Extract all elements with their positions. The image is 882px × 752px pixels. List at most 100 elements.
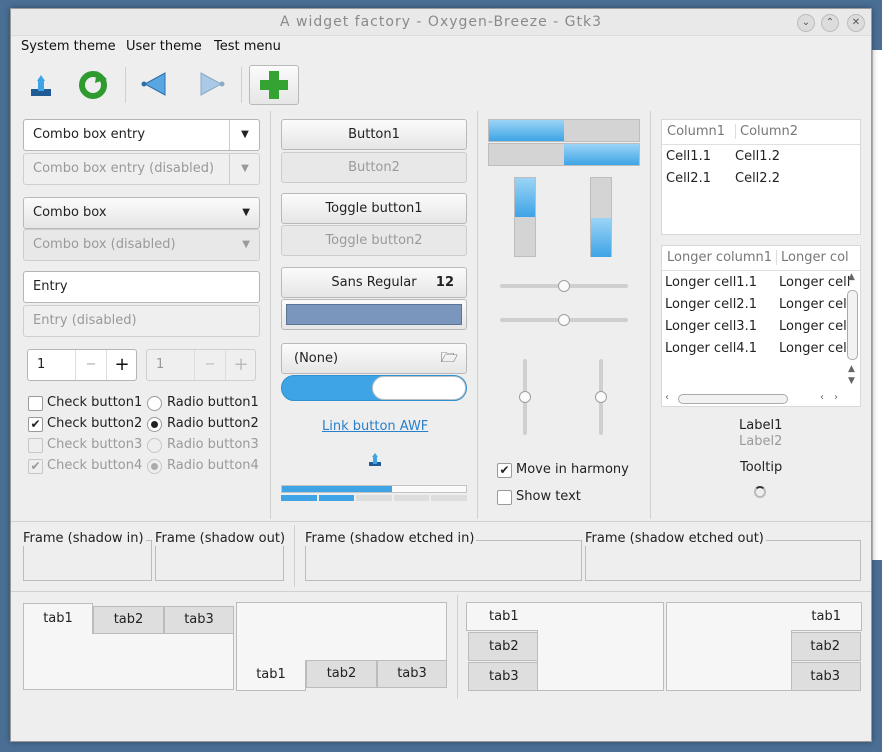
table-row[interactable]: Cell1.2 bbox=[735, 149, 780, 164]
radio-button4 bbox=[147, 459, 162, 474]
combo-box-entry[interactable]: Combo box entry bbox=[23, 119, 260, 151]
close-button[interactable]: ✕ bbox=[847, 14, 865, 32]
table-row[interactable]: Longer cell bbox=[779, 275, 850, 290]
progress-bar bbox=[281, 485, 467, 493]
chevron-down-icon: ▼ bbox=[242, 239, 250, 250]
table-row[interactable]: Cell2.2 bbox=[735, 171, 780, 186]
show-text-check[interactable] bbox=[497, 490, 512, 505]
table-row[interactable]: Longer cell2.1 bbox=[665, 297, 757, 312]
frame-shadow-etched-out bbox=[585, 540, 861, 581]
table-row[interactable]: Longer cell4.1 bbox=[665, 341, 757, 356]
add-icon bbox=[260, 71, 288, 99]
forward-arrow-icon[interactable] bbox=[191, 69, 225, 99]
maximize-button[interactable]: ⌃ bbox=[821, 14, 839, 32]
file-chooser-button[interactable]: (None) 🗁 bbox=[281, 343, 467, 374]
label2: Label2 bbox=[739, 434, 783, 449]
hscale-1-knob[interactable] bbox=[558, 280, 570, 292]
horizontal-progress-left bbox=[488, 119, 640, 142]
menu-system-theme[interactable]: System theme bbox=[21, 39, 116, 54]
table-row[interactable]: Longer cell bbox=[779, 341, 850, 356]
tab-left-tab1[interactable]: tab1 bbox=[466, 602, 538, 631]
tab-left-tab2[interactable]: tab2 bbox=[468, 632, 538, 661]
tree1-header-col2[interactable]: Column2 bbox=[735, 124, 798, 139]
window-title: A widget factory - Oxygen-Breeze - Gtk3 bbox=[279, 14, 602, 30]
switch[interactable] bbox=[281, 375, 467, 401]
radio-button2[interactable] bbox=[147, 417, 162, 432]
tab-right-tab1[interactable]: tab1 bbox=[791, 602, 862, 631]
save-icon[interactable] bbox=[27, 71, 55, 99]
add-button[interactable] bbox=[249, 65, 299, 105]
tab-left-tab3[interactable]: tab3 bbox=[468, 662, 538, 691]
entry-field[interactable]: Entry bbox=[23, 271, 260, 303]
check-button2[interactable]: ✔ bbox=[28, 417, 43, 432]
label1: Label1 bbox=[739, 418, 783, 433]
tree2-header-col1[interactable]: Longer column1 bbox=[667, 250, 772, 265]
link-button[interactable]: Link button AWF bbox=[322, 419, 428, 434]
tab-bottom-tab1[interactable]: tab1 bbox=[236, 660, 306, 691]
tab-top-tab1[interactable]: tab1 bbox=[23, 603, 93, 634]
radio-button1-label: Radio button1 bbox=[167, 395, 259, 410]
back-arrow-icon[interactable] bbox=[141, 69, 175, 99]
table-row[interactable]: Longer cell1.1 bbox=[665, 275, 757, 290]
check-button1-label: Check button1 bbox=[47, 395, 143, 410]
table-row[interactable]: Longer cell3.1 bbox=[665, 319, 757, 334]
check-button1[interactable] bbox=[28, 396, 43, 411]
vscale-2-knob[interactable] bbox=[595, 391, 607, 403]
combo-box-entry-dropdown[interactable]: ▼ bbox=[229, 120, 260, 150]
tab-bottom-tab2[interactable]: tab2 bbox=[306, 660, 377, 688]
tab-right-tab3[interactable]: tab3 bbox=[791, 662, 861, 691]
menu-user-theme[interactable]: User theme bbox=[126, 39, 202, 54]
move-in-harmony-check[interactable]: ✔ bbox=[497, 463, 512, 478]
vertical-progress-bottom bbox=[590, 177, 612, 257]
button2: Button2 bbox=[281, 152, 467, 183]
notebook-left-pane bbox=[537, 602, 664, 691]
frame-shadow-out-label: Frame (shadow out) bbox=[153, 531, 288, 546]
radio-button2-label: Radio button2 bbox=[167, 416, 259, 431]
frame-shadow-etched-in-label: Frame (shadow etched in) bbox=[303, 531, 477, 546]
table-row[interactable]: Cell1.1 bbox=[666, 149, 711, 164]
color-button[interactable] bbox=[281, 299, 467, 330]
radio-button3 bbox=[147, 438, 162, 453]
tab-top-tab2[interactable]: tab2 bbox=[93, 606, 164, 634]
horizontal-scrollbar[interactable]: ‹ ‹ › bbox=[662, 392, 846, 406]
show-text-label: Show text bbox=[516, 489, 581, 504]
toggle-button1[interactable]: Toggle button1 bbox=[281, 193, 467, 224]
tab-top-tab3[interactable]: tab3 bbox=[164, 606, 234, 634]
horizontal-progress-right bbox=[488, 143, 640, 166]
tree1-header-col1[interactable]: Column1 bbox=[667, 124, 725, 139]
refresh-icon[interactable] bbox=[77, 69, 109, 101]
toolbar-separator bbox=[241, 67, 242, 103]
font-button[interactable]: Sans Regular 12 bbox=[281, 267, 467, 298]
tree-view-2[interactable]: Longer column1 Longer col Longer cell1.1… bbox=[661, 245, 861, 407]
spin-minus-button-disabled: − bbox=[194, 350, 225, 380]
table-row[interactable]: Longer cell bbox=[779, 319, 850, 334]
download-icon bbox=[367, 452, 383, 468]
tab-right-tab2[interactable]: tab2 bbox=[791, 632, 861, 661]
spin-minus-button[interactable]: − bbox=[75, 350, 106, 380]
frame-shadow-etched-out-label: Frame (shadow etched out) bbox=[583, 531, 766, 546]
combo-box[interactable]: Combo box ▼ bbox=[23, 197, 260, 229]
radio-button1[interactable] bbox=[147, 396, 162, 411]
title-bar[interactable]: A widget factory - Oxygen-Breeze - Gtk3 … bbox=[11, 9, 871, 36]
tooltip-label[interactable]: Tooltip bbox=[740, 460, 782, 475]
tree2-header-col2[interactable]: Longer col bbox=[776, 250, 849, 265]
frame-shadow-etched-in bbox=[305, 540, 582, 581]
entry-field-disabled: Entry (disabled) bbox=[23, 305, 260, 337]
radio-button3-label: Radio button3 bbox=[167, 437, 259, 452]
frame-shadow-in-label: Frame (shadow in) bbox=[21, 531, 146, 546]
table-row[interactable]: Cell2.1 bbox=[666, 171, 711, 186]
menu-test-menu[interactable]: Test menu bbox=[214, 39, 281, 54]
minimize-button[interactable]: ⌄ bbox=[797, 14, 815, 32]
toolbar-separator bbox=[125, 67, 126, 103]
vscale-1-knob[interactable] bbox=[519, 391, 531, 403]
frame-shadow-out bbox=[155, 540, 284, 581]
tab-bottom-tab3[interactable]: tab3 bbox=[377, 660, 447, 688]
button1[interactable]: Button1 bbox=[281, 119, 467, 150]
vertical-scrollbar[interactable]: ▲ ▲ ▼ bbox=[846, 272, 860, 390]
combo-box-disabled: Combo box (disabled) ▼ bbox=[23, 229, 260, 261]
spin-plus-button[interactable]: + bbox=[106, 350, 137, 380]
table-row[interactable]: Longer cell bbox=[779, 297, 850, 312]
tree-view-1[interactable]: Column1 Column2 Cell1.1 Cell1.2 Cell2.1 … bbox=[661, 119, 861, 235]
check-button3-label: Check button3 bbox=[47, 437, 143, 452]
hscale-2-knob[interactable] bbox=[558, 314, 570, 326]
